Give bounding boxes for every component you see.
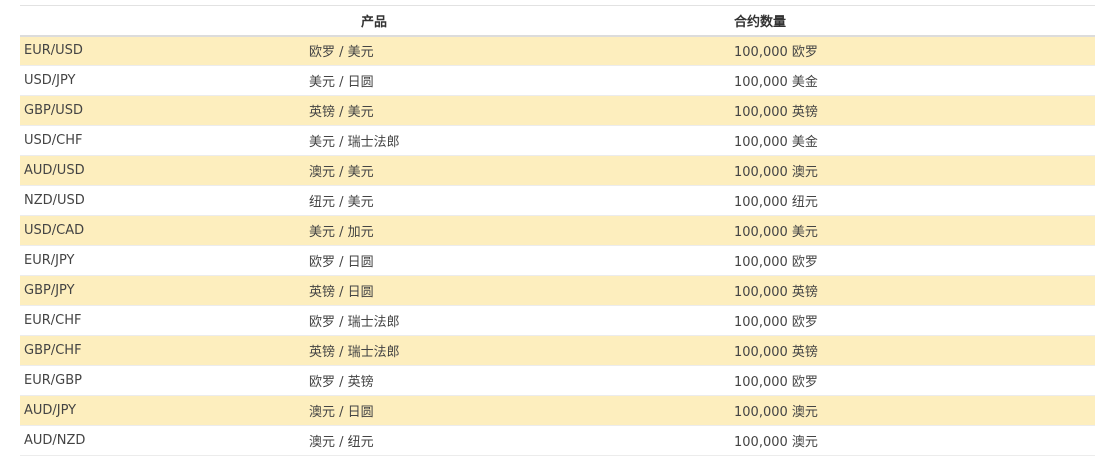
table-row: GBP/CHF 英镑 / 瑞士法郎 100,000 英镑 [20, 335, 1095, 366]
table-row: EUR/CHF 欧罗 / 瑞士法郎 100,000 欧罗 [20, 305, 1095, 336]
cell-symbol: USD/CAD [24, 223, 85, 238]
cell-product: 纽元 / 美元 [309, 195, 374, 210]
table-row: AUD/NZD 澳元 / 纽元 100,000 澳元 [20, 425, 1095, 456]
table-row: EUR/JPY 欧罗 / 日圆 100,000 欧罗 [20, 245, 1095, 276]
cell-contract-size: 100,000 欧罗 [734, 255, 818, 270]
contract-specs-table-container: 产品 合约数量 EUR/USD 欧罗 / 美元 100,000 欧罗 USD/JPY 美… [20, 5, 1095, 456]
cell-contract-size: 100,000 美元 [734, 225, 818, 240]
table-row: USD/CHF 美元 / 瑞士法郎 100,000 美金 [20, 125, 1095, 156]
table-row: EUR/USD 欧罗 / 美元 100,000 欧罗 [20, 35, 1095, 66]
cell-symbol: GBP/JPY [24, 283, 75, 298]
cell-contract-size: 100,000 澳元 [734, 405, 818, 420]
cell-product: 欧罗 / 瑞士法郎 [309, 315, 400, 330]
cell-symbol: NZD/USD [24, 193, 85, 208]
contract-specs-table: 产品 合约数量 EUR/USD 欧罗 / 美元 100,000 欧罗 USD/JPY 美… [20, 5, 1095, 456]
cell-symbol: EUR/CHF [24, 313, 82, 328]
table-row: EUR/GBP 欧罗 / 英镑 100,000 欧罗 [20, 365, 1095, 396]
cell-product: 澳元 / 日圆 [309, 405, 374, 420]
table-row: AUD/USD 澳元 / 美元 100,000 澳元 [20, 155, 1095, 186]
table-row: AUD/JPY 澳元 / 日圆 100,000 澳元 [20, 395, 1095, 426]
table-row: NZD/USD 纽元 / 美元 100,000 纽元 [20, 185, 1095, 216]
cell-contract-size: 100,000 美金 [734, 135, 818, 150]
cell-symbol: USD/JPY [24, 73, 76, 88]
cell-symbol: GBP/CHF [24, 343, 82, 358]
cell-product: 美元 / 加元 [309, 225, 374, 240]
cell-product: 英镑 / 日圆 [309, 285, 374, 300]
cell-product: 英镑 / 瑞士法郎 [309, 345, 400, 360]
cell-contract-size: 100,000 欧罗 [734, 375, 818, 390]
cell-symbol: EUR/JPY [24, 253, 75, 268]
cell-contract-size: 100,000 欧罗 [734, 45, 818, 61]
table-row: USD/JPY 美元 / 日圆 100,000 美金 [20, 65, 1095, 96]
cell-symbol: AUD/JPY [24, 403, 77, 418]
table-row: USD/CAD 美元 / 加元 100,000 美元 [20, 215, 1095, 246]
table-body: EUR/USD 欧罗 / 美元 100,000 欧罗 USD/JPY 美元 / 日圆 10… [20, 35, 1095, 456]
header-product: 产品 [361, 14, 388, 30]
table-row: GBP/JPY 英镑 / 日圆 100,000 英镑 [20, 275, 1095, 306]
cell-symbol: AUD/USD [24, 163, 85, 178]
header-row: 产品 合约数量 [20, 5, 1095, 36]
cell-symbol: EUR/USD [24, 43, 83, 59]
table-row: GBP/USD 英镑 / 美元 100,000 英镑 [20, 95, 1095, 126]
cell-symbol: GBP/USD [24, 103, 83, 118]
cell-contract-size: 100,000 纽元 [734, 195, 818, 210]
cell-contract-size: 100,000 英镑 [734, 285, 818, 300]
cell-product: 欧罗 / 美元 [309, 45, 374, 61]
cell-product: 欧罗 / 英镑 [309, 375, 374, 390]
cell-product: 美元 / 日圆 [309, 75, 374, 90]
cell-product: 澳元 / 纽元 [309, 435, 374, 450]
cell-product: 美元 / 瑞士法郎 [309, 135, 400, 150]
cell-contract-size: 100,000 澳元 [734, 435, 818, 450]
cell-product: 英镑 / 美元 [309, 105, 374, 120]
cell-symbol: AUD/NZD [24, 433, 86, 448]
cell-symbol: EUR/GBP [24, 373, 82, 388]
cell-contract-size: 100,000 英镑 [734, 345, 818, 360]
cell-contract-size: 100,000 美金 [734, 75, 818, 90]
cell-contract-size: 100,000 澳元 [734, 165, 818, 180]
header-contract-size: 合约数量 [734, 14, 787, 30]
cell-product: 澳元 / 美元 [309, 165, 374, 180]
cell-product: 欧罗 / 日圆 [309, 255, 374, 270]
table-header: 产品 合约数量 [20, 5, 1095, 36]
cell-contract-size: 100,000 英镑 [734, 105, 818, 120]
cell-symbol: USD/CHF [24, 133, 83, 148]
cell-contract-size: 100,000 欧罗 [734, 315, 818, 330]
header-symbol [20, 6, 305, 36]
